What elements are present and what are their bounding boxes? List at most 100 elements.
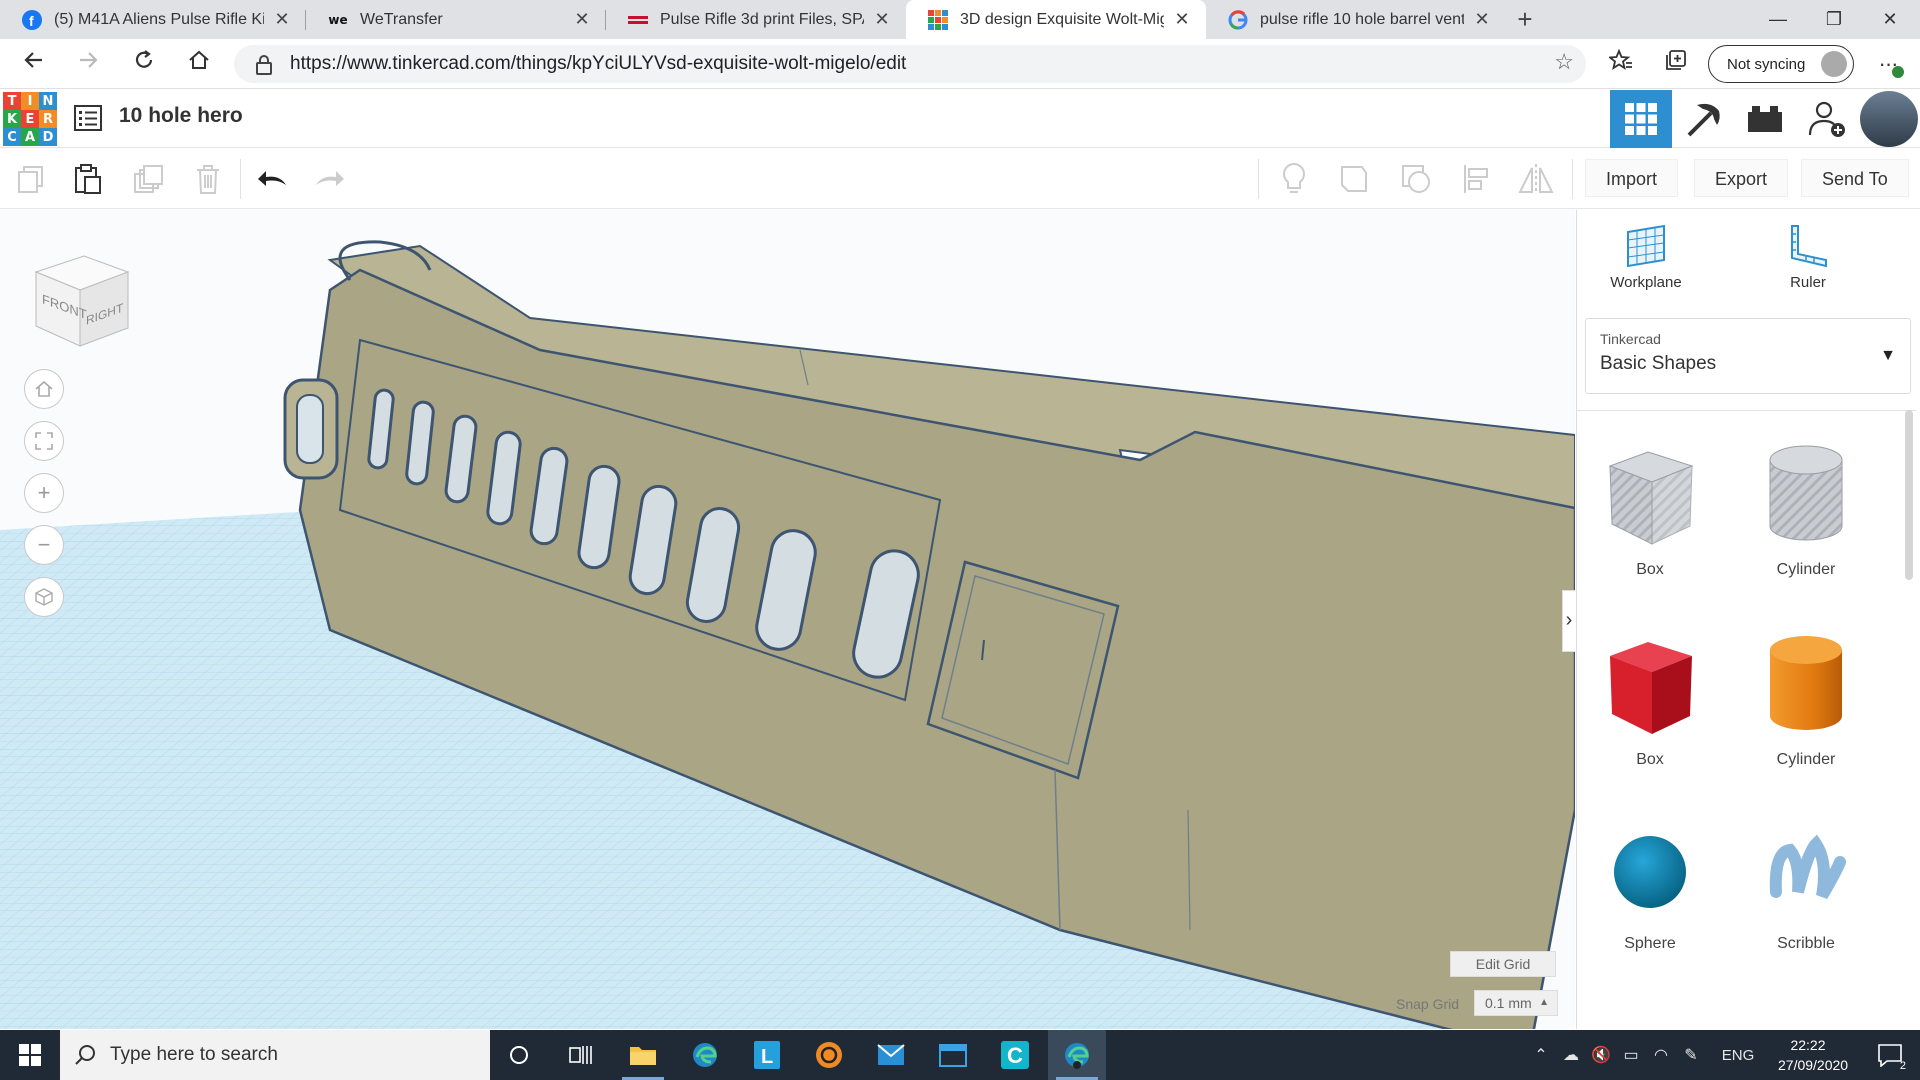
onedrive-icon[interactable]: ☁ (1558, 1030, 1584, 1080)
window-close-button[interactable]: ✕ (1862, 0, 1918, 39)
maximize-button[interactable]: ❐ (1806, 0, 1862, 39)
export-button[interactable]: Export (1694, 159, 1789, 197)
tab-label: pulse rifle 10 hole barrel vent - G (1260, 10, 1464, 28)
language-indicator[interactable]: ENG (1714, 1030, 1762, 1080)
paste-button[interactable] (68, 159, 108, 199)
zoom-out-button[interactable]: − (24, 525, 64, 565)
browser-tab[interactable]: Pulse Rifle 3d print Files, SPAS ca ✕ (606, 0, 906, 39)
start-button[interactable] (0, 1030, 60, 1080)
collections-icon (1666, 50, 1686, 70)
close-icon[interactable]: ✕ (572, 9, 592, 30)
mail-app[interactable] (862, 1030, 920, 1080)
logo-letter: R (39, 110, 57, 128)
close-icon[interactable]: ✕ (872, 9, 892, 30)
cortana-button[interactable] (490, 1030, 548, 1080)
reload-button[interactable] (128, 48, 160, 80)
home-view-button[interactable] (24, 369, 64, 409)
browser-nav-bar: https://www.tinkercad.com/things/kpYciUL… (0, 39, 1920, 89)
edit-toolbar: Import Export Send To (0, 149, 1920, 209)
back-button[interactable] (18, 48, 50, 80)
shape-cylinder[interactable]: Cylinder (1741, 628, 1871, 769)
store-app[interactable] (924, 1030, 982, 1080)
favorites-button[interactable] (1605, 48, 1637, 80)
forward-button[interactable] (72, 48, 104, 80)
shape-box[interactable]: Box (1585, 628, 1715, 769)
edit-grid-button[interactable]: Edit Grid (1450, 951, 1556, 977)
tray-overflow-icon[interactable]: ⌃ (1530, 1030, 1552, 1080)
send-to-button[interactable]: Send To (1801, 159, 1909, 197)
facebook-icon: f (22, 9, 42, 30)
align-button[interactable] (1456, 159, 1496, 199)
user-avatar[interactable] (1860, 91, 1918, 147)
undo-button[interactable] (252, 159, 292, 199)
taskbar-search[interactable]: Type here to search (60, 1030, 490, 1080)
volume-muted-icon[interactable]: 🔇 (1588, 1030, 1614, 1080)
shape-library-dropdown[interactable]: Tinkercad Basic Shapes ▼ (1585, 318, 1911, 394)
settings-more-button[interactable]: ··· (1872, 48, 1904, 80)
clock[interactable]: 22:22 27/09/2020 (1778, 1035, 1848, 1075)
zoom-in-button[interactable]: + (24, 473, 64, 513)
bricks-view-button[interactable] (1734, 90, 1796, 148)
notes-button[interactable] (1274, 159, 1314, 199)
import-button[interactable]: Import (1585, 159, 1679, 197)
3d-workspace[interactable]: FRONT RIGHT + − Edit Grid Snap Grid 0.1 … (0, 210, 1575, 1029)
design-title[interactable]: 10 hole hero (119, 104, 243, 128)
rifle-model[interactable] (0, 210, 1575, 1029)
edge-icon (693, 1043, 717, 1067)
notifications-button[interactable]: 2 (1866, 1030, 1914, 1080)
view-cube[interactable]: FRONT RIGHT (28, 246, 130, 356)
home-button[interactable] (183, 48, 215, 80)
wifi-icon[interactable]: ◠ (1648, 1030, 1674, 1080)
collapse-panel-button[interactable]: › (1562, 590, 1575, 652)
collections-button[interactable] (1660, 48, 1692, 80)
3d-design-view-button[interactable] (1610, 90, 1672, 148)
workplane-tool[interactable]: Workplane (1591, 224, 1701, 291)
tinkercad-logo[interactable]: TINKERCAD (3, 92, 57, 146)
sync-button[interactable]: Not syncing (1708, 45, 1854, 83)
shape-scribble[interactable]: Scribble (1741, 822, 1871, 953)
bookmark-star-icon[interactable]: ☆ (1554, 49, 1574, 75)
browser-tab-active[interactable]: 3D design Exquisite Wolt-Migelo ✕ (906, 0, 1206, 39)
l-app[interactable]: L (738, 1030, 796, 1080)
copy-button[interactable] (10, 159, 50, 199)
ruler-tool[interactable]: Ruler (1753, 224, 1863, 291)
close-icon[interactable]: ✕ (1172, 9, 1192, 30)
hole-shape-button[interactable] (1334, 159, 1374, 199)
fit-view-button[interactable] (24, 421, 64, 461)
close-icon[interactable]: ✕ (272, 9, 292, 30)
file-explorer-app[interactable] (614, 1030, 672, 1080)
pen-icon[interactable]: ✎ (1678, 1030, 1704, 1080)
share-user-button[interactable] (1796, 90, 1858, 148)
shape-box-hole[interactable]: Box (1585, 438, 1715, 579)
slicer-app[interactable] (800, 1030, 858, 1080)
panel-scrollbar[interactable] (1905, 410, 1913, 580)
duplicate-button[interactable] (128, 159, 168, 199)
shape-cylinder-hole[interactable]: Cylinder (1741, 438, 1871, 579)
redo-button[interactable] (310, 159, 350, 199)
edge-app[interactable] (676, 1030, 734, 1080)
shape-sphere[interactable]: Sphere (1585, 822, 1715, 953)
edge-beta-app[interactable] (1048, 1030, 1106, 1080)
browser-tab[interactable]: pulse rifle 10 hole barrel vent - G ✕ (1206, 0, 1506, 39)
snap-grid-select[interactable]: 0.1 mm ▲ (1474, 990, 1558, 1016)
battery-icon[interactable]: ▭ (1618, 1030, 1644, 1080)
new-tab-button[interactable]: + (1510, 4, 1540, 34)
duplicate-icon (134, 165, 163, 193)
url-text[interactable]: https://www.tinkercad.com/things/kpYciUL… (290, 45, 906, 83)
caret-down-icon: ▼ (1880, 347, 1896, 364)
close-icon[interactable]: ✕ (1472, 9, 1492, 30)
design-list-icon[interactable] (74, 105, 102, 131)
browser-tab[interactable]: f (5) M41A Aliens Pulse Rifle Kit | F ✕ (0, 0, 306, 39)
svg-text:L: L (761, 1046, 773, 1068)
browser-tab[interactable]: we WeTransfer ✕ (306, 0, 606, 39)
task-view-button[interactable] (552, 1030, 610, 1080)
group-button[interactable] (1396, 159, 1436, 199)
mirror-button[interactable] (1516, 159, 1556, 199)
address-bar[interactable]: https://www.tinkercad.com/things/kpYciUL… (234, 45, 1586, 83)
delete-button[interactable] (188, 159, 228, 199)
logo-letter: E (21, 110, 39, 128)
perspective-button[interactable] (24, 577, 64, 617)
minecraft-view-button[interactable] (1672, 90, 1734, 148)
minimize-button[interactable]: — (1750, 0, 1806, 39)
c-app[interactable]: C (986, 1030, 1044, 1080)
